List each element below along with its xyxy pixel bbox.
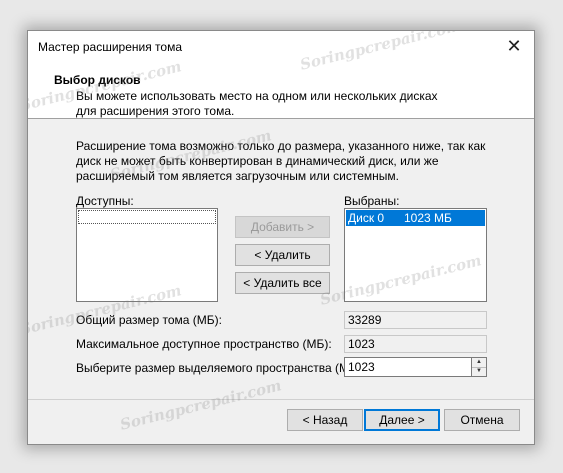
available-disks-list[interactable] (76, 208, 218, 302)
wizard-header: Выбор дисков Вы можете использовать мест… (28, 62, 534, 119)
next-button[interactable]: Далее > (364, 409, 440, 431)
max-available-label: Максимальное доступное пространство (МБ)… (76, 337, 332, 351)
back-button[interactable]: < Назад (287, 409, 363, 431)
footer-divider (28, 399, 534, 400)
extend-volume-wizard-window: Мастер расширения тома ✕ Выбор дисков Вы… (27, 30, 535, 445)
remove-button[interactable]: < Удалить (235, 244, 330, 266)
remove-all-button[interactable]: < Удалить все (235, 272, 330, 294)
page-title: Выбор дисков (54, 73, 141, 87)
disk-size: 1023 МБ (404, 211, 452, 225)
title-bar: Мастер расширения тома ✕ (28, 31, 534, 62)
list-item[interactable]: Диск 0 1023 МБ (346, 210, 485, 226)
spin-down-icon[interactable]: ▼ (472, 367, 486, 376)
size-stepper: ▲ ▼ (472, 357, 487, 377)
add-button[interactable]: Добавить > (235, 216, 330, 238)
select-size-label: Выберите размер выделяемого пространства… (76, 361, 365, 375)
selected-label: Выбраны: (344, 194, 400, 208)
page-subtitle: Вы можете использовать место на одном ил… (76, 89, 438, 118)
close-icon[interactable]: ✕ (504, 36, 524, 56)
select-size-input[interactable]: 1023 (344, 357, 472, 377)
cancel-button[interactable]: Отмена (444, 409, 520, 431)
total-size-value: 33289 (344, 311, 487, 329)
total-size-label: Общий размер тома (МБ): (76, 313, 222, 327)
window-title: Мастер расширения тома (38, 40, 182, 54)
available-label: Доступны: (76, 194, 134, 208)
list-focus-placeholder (78, 210, 216, 224)
disk-name: Диск 0 (348, 211, 385, 225)
watermark-6: Soringpcrepair.com (118, 376, 284, 434)
selected-disks-list[interactable]: Диск 0 1023 МБ (344, 208, 487, 302)
max-available-value: 1023 (344, 335, 487, 353)
info-text: Расширение тома возможно только до разме… (76, 139, 486, 183)
